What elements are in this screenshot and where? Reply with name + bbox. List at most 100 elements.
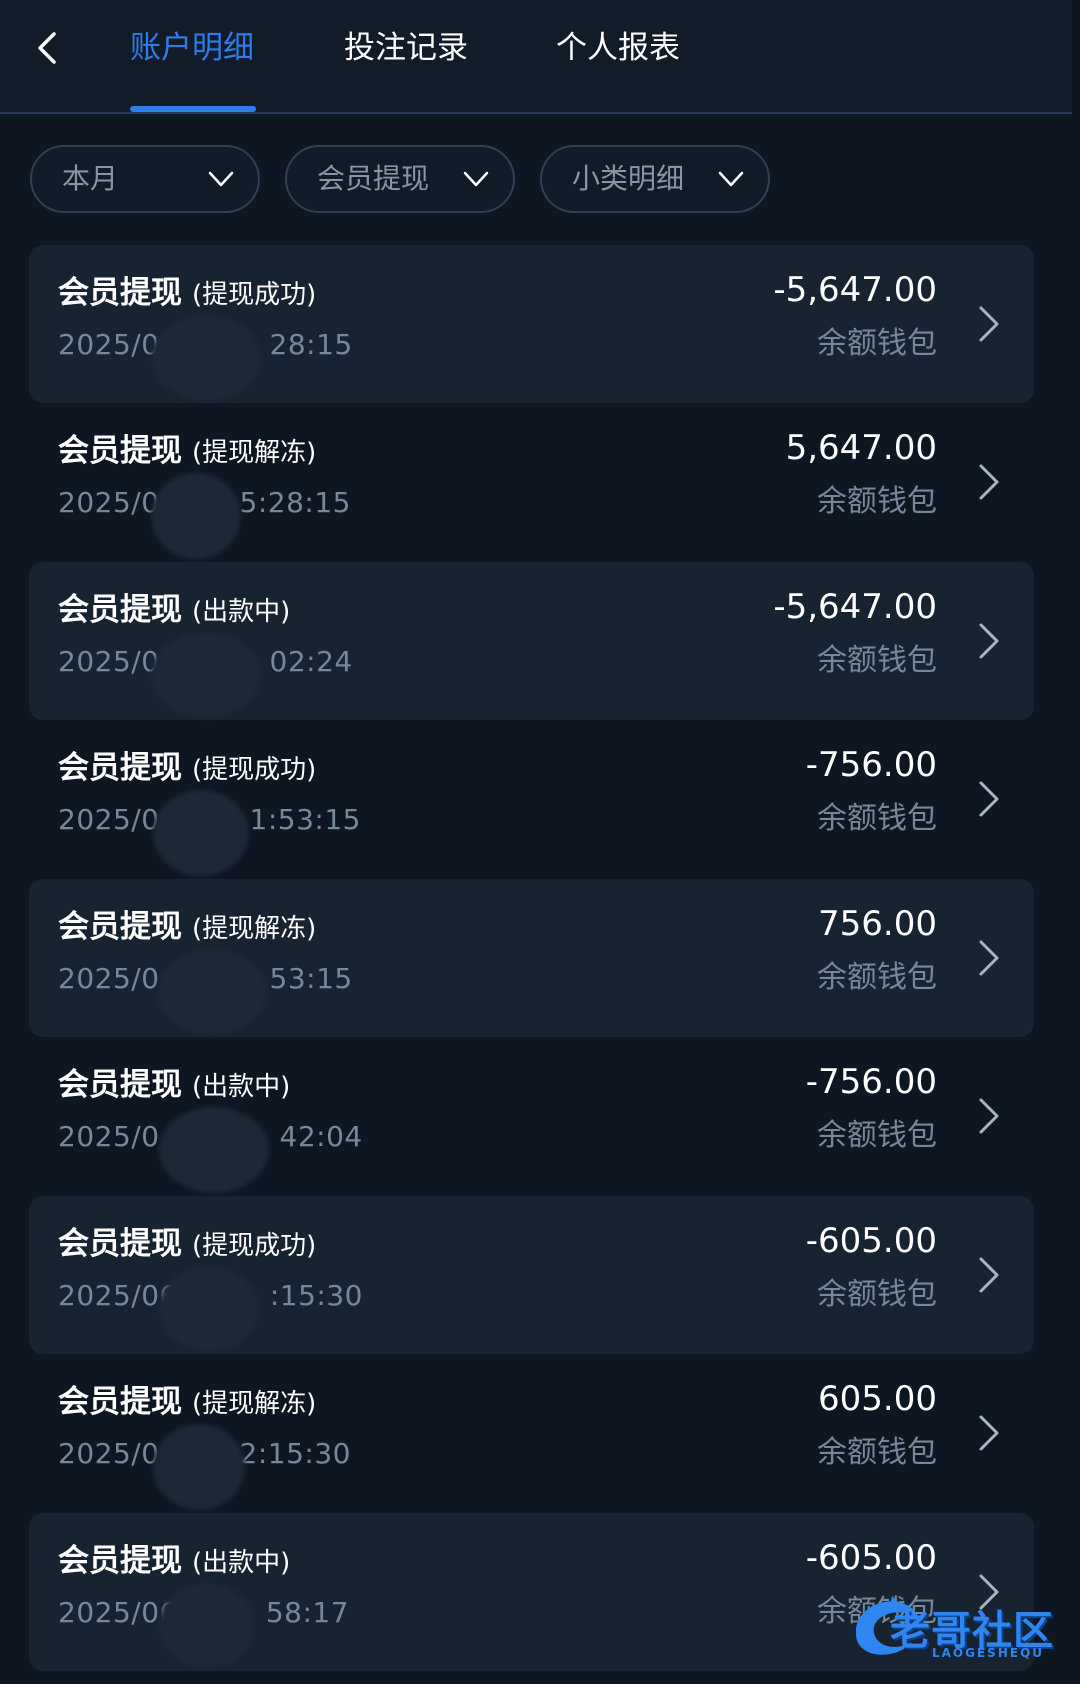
filter-category-dropdown[interactable]: 会员提现: [285, 145, 515, 213]
date-suffix: 2:15:30: [239, 1437, 351, 1470]
transaction-title: 会员提现 (提现成功): [58, 748, 316, 793]
transaction-row[interactable]: 会员提现 (提现成功) 2025/0 28:15 -5,647.00 余额钱包: [29, 245, 1034, 403]
chevron-left-icon[interactable]: [28, 22, 72, 74]
date-prefix: 2025/0: [58, 1120, 160, 1153]
chevron-right-icon: [979, 306, 999, 342]
date-prefix: 2025/0: [58, 328, 160, 361]
transaction-row[interactable]: 会员提现 (提现解冻) 2025/0 2:15:30 605.00 余额钱包: [29, 1354, 1034, 1512]
chevron-right-icon: [979, 623, 999, 659]
transaction-status: (提现成功): [192, 1231, 317, 1261]
filter-period-label: 本月: [62, 162, 119, 195]
transaction-status: (出款中): [192, 597, 291, 627]
transaction-type: 会员提现: [58, 433, 182, 469]
transaction-wallet: 余额钱包: [817, 960, 937, 995]
transaction-title: 会员提现 (提现解冻): [58, 431, 316, 476]
transaction-title: 会员提现 (提现成功): [58, 1224, 316, 1269]
transaction-amount: -605.00: [805, 1538, 937, 1578]
chevron-right-icon: [979, 940, 999, 976]
redaction-blur: [151, 473, 241, 559]
transaction-type: 会员提现: [58, 909, 182, 945]
transaction-wallet: 余额钱包: [817, 801, 937, 836]
redaction-blur: [159, 1107, 269, 1193]
transaction-amount: 5,647.00: [785, 428, 937, 468]
transaction-status: (提现解冻): [192, 438, 317, 468]
watermark-subtext: LAOGESHEQU: [932, 1646, 1045, 1660]
transaction-type: 会员提现: [58, 1067, 182, 1103]
transaction-title: 会员提现 (出款中): [58, 1541, 290, 1586]
transaction-status: (出款中): [192, 1072, 291, 1102]
community-watermark: 老哥社区 LAOGESHEQU: [840, 1588, 1068, 1668]
transaction-wallet: 余额钱包: [817, 1277, 937, 1312]
transaction-title: 会员提现 (提现解冻): [58, 907, 316, 952]
transaction-wallet: 余额钱包: [817, 1118, 937, 1153]
redaction-blur: [159, 1583, 255, 1669]
transaction-wallet: 余额钱包: [817, 484, 937, 519]
tab-personal-report[interactable]: 个人报表: [556, 22, 680, 74]
redaction-blur: [151, 632, 261, 718]
transaction-row[interactable]: 会员提现 (提现解冻) 2025/0 5:28:15 5,647.00 余额钱包: [29, 403, 1034, 561]
transaction-status: (出款中): [192, 1548, 291, 1578]
redaction-blur: [153, 1424, 245, 1510]
filter-subcategory-dropdown[interactable]: 小类明细: [540, 145, 770, 213]
date-prefix: 2025/0: [58, 803, 160, 836]
redaction-blur: [151, 315, 261, 401]
chevron-right-icon: [979, 1257, 999, 1293]
transaction-type: 会员提现: [58, 1226, 182, 1262]
date-suffix: 42:04: [279, 1120, 363, 1153]
redaction-blur: [153, 790, 249, 876]
transaction-row[interactable]: 会员提现 (提现成功) 2025/0 1:53:15 -756.00 余额钱包: [29, 720, 1034, 878]
redaction-blur: [157, 949, 267, 1035]
chevron-right-icon: [979, 464, 999, 500]
transaction-title: 会员提现 (提现成功): [58, 273, 316, 318]
date-suffix: 02:24: [269, 645, 353, 678]
transaction-type: 会员提现: [58, 750, 182, 786]
transaction-status: (提现解冻): [192, 914, 317, 944]
transaction-status: (提现成功): [192, 755, 317, 785]
chevron-down-icon: [718, 171, 744, 187]
tab-bet-records[interactable]: 投注记录: [344, 22, 468, 74]
transaction-status: (提现成功): [192, 280, 317, 310]
date-suffix: 53:15: [269, 962, 353, 995]
transaction-amount: -5,647.00: [773, 587, 937, 627]
transaction-amount: -756.00: [805, 1062, 937, 1102]
date-prefix: 2025/0: [58, 962, 160, 995]
date-suffix: :15:30: [269, 1279, 363, 1312]
date-suffix: 5:28:15: [239, 486, 351, 519]
chevron-right-icon: [979, 1098, 999, 1134]
transaction-amount: 605.00: [818, 1379, 937, 1419]
chevron-down-icon: [463, 171, 489, 187]
transaction-amount: -5,647.00: [773, 270, 937, 310]
transaction-amount: -756.00: [805, 745, 937, 785]
transaction-title: 会员提现 (提现解冻): [58, 1382, 316, 1427]
transaction-amount: 756.00: [818, 904, 937, 944]
transaction-type: 会员提现: [58, 275, 182, 311]
chevron-right-icon: [979, 1415, 999, 1451]
transaction-title: 会员提现 (出款中): [58, 590, 290, 635]
transaction-type: 会员提现: [58, 592, 182, 628]
transaction-row[interactable]: 会员提现 (提现成功) 2025/06:15:30 -605.00 余额钱包: [29, 1196, 1034, 1354]
active-tab-indicator: [130, 106, 256, 112]
date-suffix: 58:17: [265, 1596, 350, 1629]
transaction-status: (提现解冻): [192, 1389, 317, 1419]
filter-subcategory-label: 小类明细: [572, 162, 685, 195]
transaction-row[interactable]: 会员提现 (提现解冻) 2025/0 53:15 756.00 余额钱包: [29, 879, 1034, 1037]
chevron-down-icon: [208, 171, 234, 187]
date-suffix: 28:15: [269, 328, 353, 361]
tab-account-details[interactable]: 账户明细: [130, 22, 254, 74]
date-prefix: 2025/0: [58, 486, 160, 519]
date-suffix: 1:53:15: [249, 803, 361, 836]
transaction-wallet: 余额钱包: [817, 643, 937, 678]
filter-period-dropdown[interactable]: 本月: [30, 145, 260, 213]
transaction-type: 会员提现: [58, 1543, 182, 1579]
redaction-blur: [159, 1266, 259, 1352]
date-prefix: 2025/0: [58, 1437, 160, 1470]
date-prefix: 2025/0: [58, 645, 160, 678]
chevron-right-icon: [979, 781, 999, 817]
transaction-row[interactable]: 会员提现 (出款中) 2025/0 02:24 -5,647.00 余额钱包: [29, 562, 1034, 720]
transaction-row[interactable]: 会员提现 (出款中) 2025/0 42:04 -756.00 余额钱包: [29, 1037, 1034, 1195]
filter-category-label: 会员提现: [317, 162, 430, 195]
transaction-title: 会员提现 (出款中): [58, 1065, 290, 1110]
transaction-amount: -605.00: [805, 1221, 937, 1261]
transaction-wallet: 余额钱包: [817, 1435, 937, 1470]
transaction-wallet: 余额钱包: [817, 326, 937, 361]
